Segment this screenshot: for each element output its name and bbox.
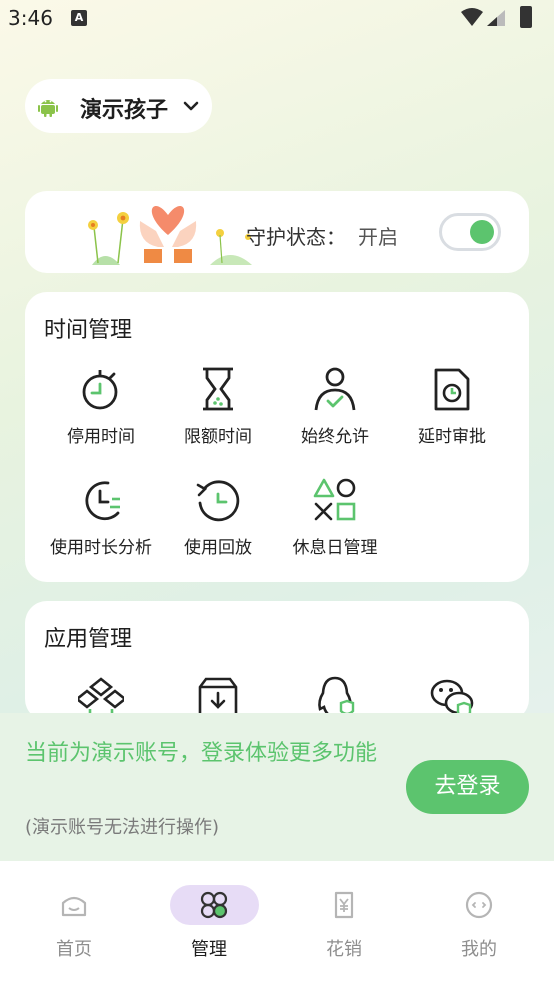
guard-status-label: 守护状态：: [246, 225, 346, 249]
hourglass-icon: [203, 367, 233, 411]
tile-rest-day-label: 休息日管理: [292, 538, 378, 558]
manage-icon: [200, 891, 228, 919]
demo-subtext: (演示账号无法进行操作): [25, 817, 220, 838]
tile-playback[interactable]: 使用回放: [158, 477, 278, 577]
status-time: 3:46: [8, 6, 53, 30]
guard-toggle[interactable]: [439, 213, 501, 251]
demo-account-banner: 当前为演示账号，登录体验更多功能 (演示账号无法进行操作) 去登录: [0, 713, 554, 861]
tab-expense-icon-wrap: [306, 885, 382, 925]
app-management-card: 应用管理: [25, 601, 529, 721]
notification-icon: A: [71, 10, 87, 26]
tab-home[interactable]: 首页: [6, 885, 142, 965]
tile-always-allow[interactable]: 始终允许: [275, 366, 395, 466]
child-name: 演示孩子: [80, 98, 169, 123]
chevron-down-icon: [183, 101, 199, 111]
login-button[interactable]: 去登录: [406, 760, 529, 814]
time-management-title: 时间管理: [44, 318, 133, 343]
usage-analysis-icon: [85, 481, 120, 521]
tab-manage[interactable]: 管理: [141, 885, 277, 965]
tab-manage-icon-wrap: [170, 885, 259, 925]
tile-usage-analysis[interactable]: 使用时长分析: [41, 477, 161, 577]
home-icon: [61, 896, 87, 917]
tab-profile-label: 我的: [461, 939, 497, 960]
guard-toggle-knob: [470, 220, 494, 244]
tile-rest-day[interactable]: 休息日管理: [275, 477, 395, 577]
child-selector[interactable]: 演示孩子: [25, 79, 212, 133]
person-check-icon: [314, 367, 356, 411]
tab-home-icon-wrap: [36, 885, 112, 925]
tile-limit-time-label: 限额时间: [184, 427, 252, 447]
tile-limit-time[interactable]: 限额时间: [158, 366, 278, 466]
tab-profile[interactable]: 我的: [411, 885, 547, 965]
status-bar: 3:46 A: [0, 0, 554, 38]
signal-battery-icon: [461, 6, 532, 28]
tile-delay-approval-label: 延时审批: [418, 427, 486, 447]
tile-playback-label: 使用回放: [184, 538, 252, 558]
bottom-tab-bar: 首页 管理 花销 我的: [0, 861, 554, 984]
stopwatch-icon: [82, 370, 118, 410]
document-clock-icon: [434, 368, 470, 411]
app-management-title: 应用管理: [44, 627, 133, 652]
tile-stop-time-label: 停用时间: [67, 427, 135, 447]
demo-message: 当前为演示账号，登录体验更多功能: [25, 741, 378, 766]
guard-status-card: 守护状态： 开启: [25, 191, 529, 273]
guard-status-value: 开启: [358, 225, 398, 249]
tab-home-label: 首页: [56, 939, 92, 960]
tab-expense[interactable]: 花销: [276, 885, 412, 965]
shapes-icon: [313, 478, 356, 521]
expense-icon: [334, 891, 354, 919]
playback-icon: [196, 480, 240, 522]
tile-stop-time[interactable]: 停用时间: [41, 366, 161, 466]
tile-always-allow-label: 始终允许: [301, 427, 369, 447]
profile-icon: [465, 891, 493, 919]
tile-delay-approval[interactable]: 延时审批: [392, 366, 512, 466]
tile-usage-analysis-label: 使用时长分析: [50, 538, 152, 558]
guard-illustration: [88, 205, 252, 265]
time-management-card: 时间管理 停用时间 限额时间 始终允许 延时审批 使用时长分析 使用回放 休息日…: [25, 292, 529, 582]
tab-manage-label: 管理: [191, 939, 227, 960]
tab-expense-label: 花销: [326, 939, 362, 960]
tab-profile-icon-wrap: [441, 885, 517, 925]
android-icon: [38, 100, 58, 117]
